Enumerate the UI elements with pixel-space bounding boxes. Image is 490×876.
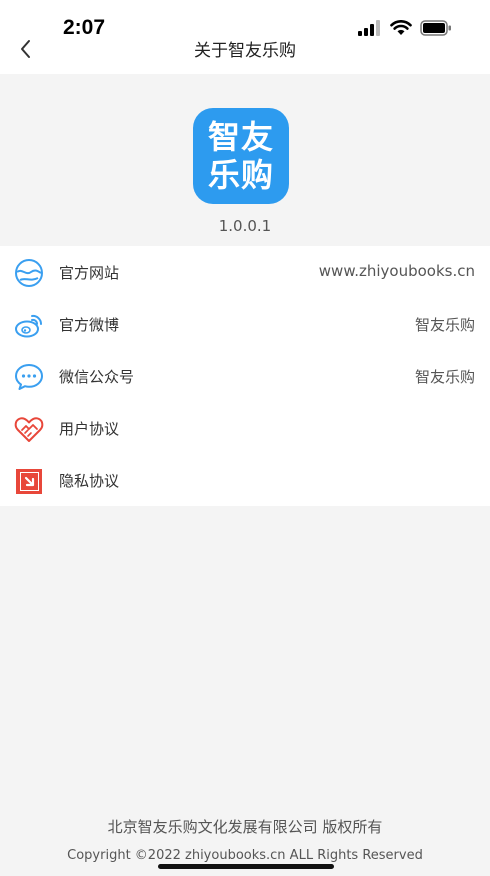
page-title: 关于智友乐购 xyxy=(194,41,296,61)
battery-icon xyxy=(420,20,451,36)
menu-item-user-agreement[interactable]: 用户协议 xyxy=(0,402,490,454)
menu-label-weibo: 官方微博 xyxy=(59,316,120,334)
home-indicator xyxy=(158,864,334,869)
signal-icon xyxy=(358,20,380,36)
app-logo-text: 智友 乐购 xyxy=(193,118,289,194)
weibo-icon xyxy=(15,314,43,338)
footer-copyright: Copyright ©2022 zhiyoubooks.cn ALL Right… xyxy=(67,848,423,863)
wifi-icon xyxy=(390,20,412,35)
logo-line1: 智友 xyxy=(207,118,274,156)
menu-label-privacy-agreement: 隐私协议 xyxy=(59,472,120,490)
nav-bar: 关于智友乐购 xyxy=(0,40,490,74)
status-icons xyxy=(358,20,452,36)
menu-label-website: 官方网站 xyxy=(59,264,120,282)
menu-value-weibo: 智友乐购 xyxy=(414,316,475,334)
menu-value-wechat: 智友乐购 xyxy=(414,368,475,386)
app-logo: 智友 乐购 xyxy=(193,108,289,204)
privacy-doc-icon xyxy=(16,469,42,494)
about-menu: 官方网站 www.zhiyoubooks.cn 官方微博 智友乐购 微信公众号 … xyxy=(0,246,490,506)
menu-label-user-agreement: 用户协议 xyxy=(59,420,120,438)
menu-item-wechat[interactable]: 微信公众号 智友乐购 xyxy=(0,350,490,402)
wechat-icon xyxy=(15,364,43,390)
footer-company: 北京智友乐购文化发展有限公司 版权所有 xyxy=(107,818,383,836)
logo-line2: 乐购 xyxy=(207,156,274,194)
menu-item-website[interactable]: 官方网站 www.zhiyoubooks.cn xyxy=(0,246,490,298)
website-icon xyxy=(15,259,43,287)
menu-value-website: www.zhiyoubooks.cn xyxy=(318,262,475,280)
app-version: 1.0.0.1 xyxy=(218,217,272,235)
menu-item-weibo[interactable]: 官方微博 智友乐购 xyxy=(0,298,490,350)
app-header: 智友 乐购 1.0.0.1 xyxy=(0,74,490,246)
handshake-heart-icon xyxy=(14,417,44,442)
menu-item-privacy-agreement[interactable]: 隐私协议 xyxy=(0,454,490,506)
menu-label-wechat: 微信公众号 xyxy=(59,368,135,386)
